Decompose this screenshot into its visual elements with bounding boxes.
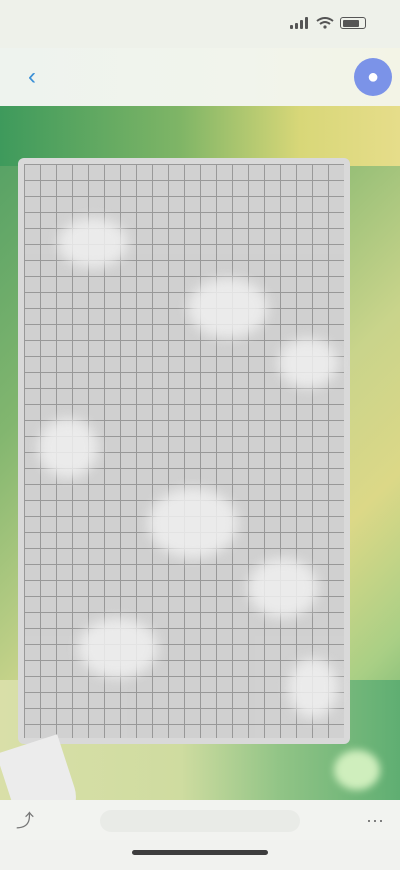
status-icons bbox=[286, 16, 366, 30]
home-area bbox=[0, 840, 400, 870]
sheet-highlight bbox=[248, 558, 318, 618]
profile-button[interactable]: ● bbox=[354, 58, 392, 96]
bottom-toolbar: ⤴ ⋯ bbox=[0, 800, 400, 840]
toolbar-center bbox=[100, 810, 300, 832]
sheet-highlight bbox=[78, 618, 158, 678]
signal-icon bbox=[290, 17, 310, 29]
image-viewer[interactable] bbox=[0, 106, 400, 800]
more-icon[interactable]: ⋯ bbox=[364, 810, 386, 832]
wifi-icon bbox=[316, 17, 334, 29]
sheet-highlight bbox=[38, 418, 98, 478]
nav-bar: ‹ ● bbox=[0, 48, 400, 106]
battery-icon bbox=[340, 17, 366, 29]
grid-sheet-image bbox=[18, 158, 350, 744]
screen: ‹ ● ⤴ ⋯ bbox=[0, 0, 400, 870]
sheet-highlight bbox=[288, 658, 338, 718]
corner-glow bbox=[334, 750, 380, 790]
back-button[interactable]: ‹ bbox=[10, 62, 54, 92]
sheet-highlight bbox=[148, 488, 238, 558]
sheet-highlight bbox=[278, 338, 338, 388]
sheet-folded-corner bbox=[0, 734, 84, 800]
sheet-highlight bbox=[188, 278, 268, 338]
home-indicator[interactable] bbox=[132, 850, 268, 855]
share-icon[interactable]: ⤴ bbox=[14, 810, 36, 832]
status-bar bbox=[0, 0, 400, 48]
sheet-highlight bbox=[58, 218, 128, 268]
nav-title bbox=[150, 64, 250, 88]
